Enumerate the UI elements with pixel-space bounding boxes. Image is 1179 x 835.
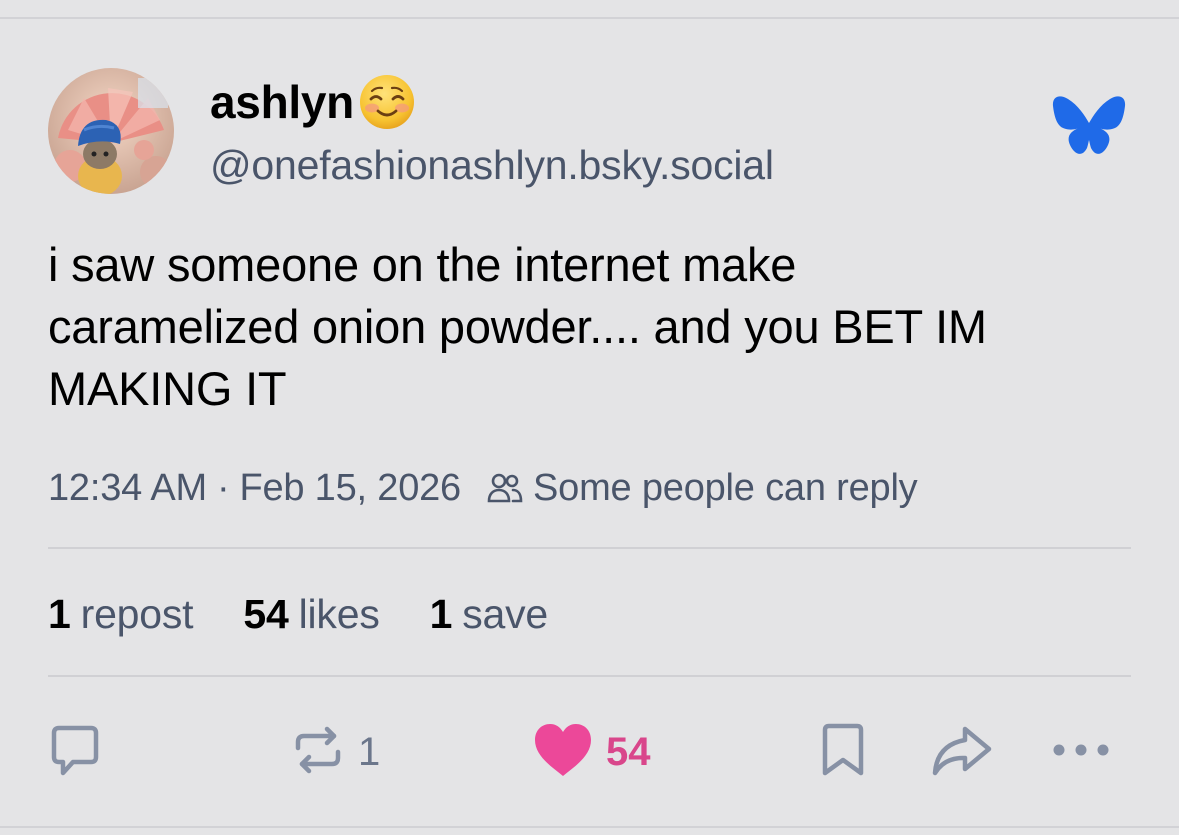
saves-label: save (462, 590, 549, 637)
post-card: ashlyn @onefashionashlyn.bsky.social i s… (0, 0, 1179, 835)
post-date: Feb 15, 2026 (239, 466, 461, 509)
share-arrow-icon (928, 721, 994, 784)
stats-top-divider (48, 547, 1131, 549)
heart-icon (532, 722, 594, 783)
reply-setting-text[interactable]: Some people can reply (533, 467, 918, 510)
post-text: i saw someone on the internet make caram… (48, 238, 987, 415)
repost-button[interactable]: 1 (290, 712, 380, 792)
more-options-button[interactable] (1050, 712, 1112, 792)
saves-stat[interactable]: 1 save (429, 590, 549, 638)
people-icon (487, 470, 523, 506)
smiling-face-with-blush-emoji-icon (358, 73, 416, 131)
reposts-stat[interactable]: 1 repost (48, 590, 194, 638)
avatar[interactable] (48, 68, 174, 194)
ellipsis-icon (1050, 740, 1112, 765)
post-time: 12:34 AM (48, 466, 207, 509)
display-name-text: ashlyn (210, 76, 354, 128)
reposts-label: repost (80, 590, 194, 637)
top-divider (0, 17, 1179, 19)
post-meta: 12:34 AM · Feb 15, 2026 Some people can … (48, 462, 918, 514)
reply-button[interactable] (46, 712, 104, 792)
likes-count: 54 (243, 590, 289, 637)
like-count: 54 (606, 729, 651, 774)
meta-separator: · (216, 466, 230, 509)
display-name[interactable]: ashlyn (210, 72, 416, 132)
bookmark-icon (818, 721, 868, 784)
bottom-divider (0, 826, 1179, 828)
reposts-count: 1 (48, 590, 71, 637)
like-button[interactable]: 54 (532, 712, 651, 792)
author-handle[interactable]: @onefashionashlyn.bsky.social (210, 138, 774, 192)
engagement-stats: 1 repost 54 likes 1 save (48, 586, 598, 642)
bookmark-button[interactable] (818, 712, 868, 792)
saves-count: 1 (429, 590, 453, 637)
action-bar: 1 54 (0, 712, 1179, 792)
share-button[interactable] (928, 712, 994, 792)
likes-label: likes (298, 590, 380, 637)
speech-bubble-icon (46, 721, 104, 784)
repost-arrows-icon (290, 722, 346, 783)
stats-bottom-divider (48, 675, 1131, 677)
repost-count: 1 (358, 729, 381, 774)
likes-stat[interactable]: 54 likes (243, 591, 379, 638)
bluesky-butterfly-icon (1052, 96, 1126, 162)
